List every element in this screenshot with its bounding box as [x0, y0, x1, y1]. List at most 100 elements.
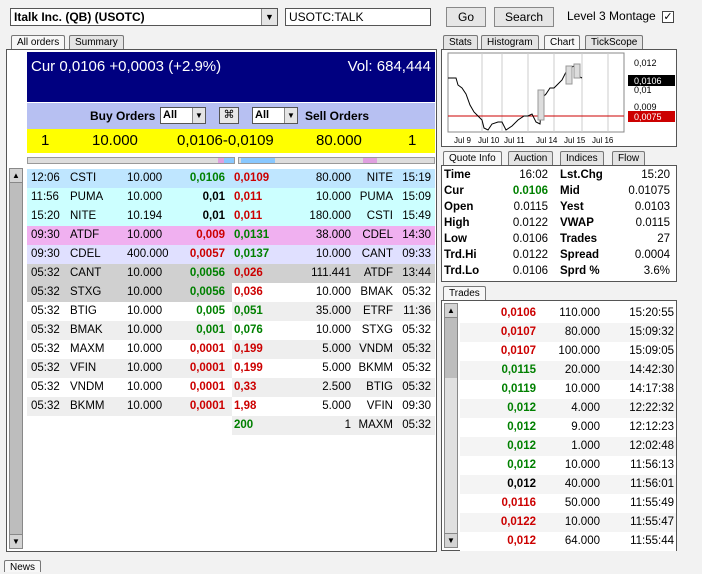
tab-quote-info[interactable]: Quote Info [443, 151, 502, 165]
buy-order-row[interactable]: 11:56 PUMA 10.000 0,01 [27, 188, 235, 207]
sell-order-row[interactable]: 0,051 35.000 ETRF 11:36 [232, 302, 435, 321]
sell-order-row[interactable]: 0,33 2.500 BTIG 05:32 [232, 378, 435, 397]
quote-label: Trd.Lo [444, 265, 480, 277]
sell-order-row[interactable]: 0,199 5.000 BKMM 05:32 [232, 359, 435, 378]
trade-size: 4.000 [571, 402, 600, 414]
trade-row[interactable]: 0,0107 100.000 15:09:05 [460, 342, 676, 361]
sell-order-row[interactable]: 0,026 111.441 ATDF 13:44 [232, 264, 435, 283]
order-price: 0,0137 [234, 248, 270, 260]
market-maker: ATDF [70, 229, 100, 241]
order-size: 10.000 [127, 191, 163, 203]
market-maker: VNDM [70, 381, 104, 393]
go-button[interactable]: Go [446, 7, 486, 27]
sell-order-row[interactable]: 1,98 5.000 VFIN 09:30 [232, 397, 435, 416]
buy-order-row[interactable]: 05:32 VFIN 10.000 0,0001 [27, 359, 235, 378]
buy-order-row[interactable]: 05:32 VNDM 10.000 0,0001 [27, 378, 235, 397]
tab-trades[interactable]: Trades [443, 286, 486, 300]
link-toggle-button[interactable]: ⌘ [219, 107, 239, 124]
sell-order-row[interactable]: 0,036 10.000 BMAK 05:32 [232, 283, 435, 302]
buy-order-row[interactable]: 05:32 STXG 10.000 0,0056 [27, 283, 235, 302]
sell-order-row[interactable]: 0,011 180.000 CSTI 15:49 [232, 207, 435, 226]
symbol-input[interactable]: USOTC:TALK [285, 8, 431, 26]
order-price: 0,0109 [234, 172, 270, 184]
order-size: 2.500 [322, 381, 351, 393]
scroll-thumb[interactable] [10, 183, 22, 535]
sell-order-row[interactable]: 0,0109 80.000 NITE 15:19 [232, 169, 435, 188]
trade-row[interactable]: 0,012 1.000 12:02:48 [460, 437, 676, 456]
scroll-down-icon[interactable]: ▼ [445, 533, 457, 547]
buy-order-row[interactable]: 15:20 NITE 10.194 0,01 [27, 207, 235, 226]
trade-row[interactable]: 0,0119 10.000 14:17:38 [460, 380, 676, 399]
sell-order-row[interactable]: 0,199 5.000 VNDM 05:32 [232, 340, 435, 359]
buy-order-row[interactable]: 05:32 BKMM 10.000 0,0001 [27, 397, 235, 416]
scroll-up-icon[interactable]: ▲ [445, 304, 457, 318]
montage-checkbox[interactable]: ✓ [662, 11, 674, 23]
trade-row[interactable]: 0,0115 20.000 14:42:30 [460, 361, 676, 380]
trade-row[interactable]: 0,012 64.000 11:55:44 [460, 532, 676, 551]
order-price: 0,0057 [189, 248, 225, 260]
trade-row[interactable]: 0,0107 80.000 15:09:32 [460, 323, 676, 342]
tab-news[interactable]: News [4, 560, 42, 573]
buy-order-row[interactable]: 05:32 CANT 10.000 0,0056 [27, 264, 235, 283]
sell-order-row[interactable]: 0,0137 10.000 CANT 09:33 [232, 245, 435, 264]
buy-order-row[interactable]: 05:32 BMAK 10.000 0,001 [27, 321, 235, 340]
scroll-thumb[interactable] [445, 318, 457, 378]
buy-order-row[interactable]: 05:32 MAXM 10.000 0,0001 [27, 340, 235, 359]
sell-order-row[interactable]: 0,076 10.000 STXG 05:32 [232, 321, 435, 340]
order-price: 1,98 [234, 400, 257, 412]
order-size: 10.000 [127, 400, 163, 412]
order-price: 0,33 [234, 381, 257, 393]
scroll-up-icon[interactable]: ▲ [10, 169, 22, 183]
orders-scrollbar[interactable]: ▲ ▼ [9, 168, 23, 549]
order-time: 05:32 [31, 381, 60, 393]
buy-order-row[interactable]: 12:06 CSTI 10.000 0,0106 [27, 169, 235, 188]
trades-scrollbar[interactable]: ▲ ▼ [444, 303, 458, 548]
trade-row[interactable]: 0,0122 10.000 11:55:47 [460, 513, 676, 532]
sell-order-row[interactable]: 0,0131 38.000 CDEL 14:30 [232, 226, 435, 245]
tab-indices[interactable]: Indices [560, 151, 604, 165]
search-button[interactable]: Search [494, 7, 554, 27]
buy-order-row[interactable]: 05:32 BTIG 10.000 0,005 [27, 302, 235, 321]
trade-time: 11:56:13 [630, 459, 674, 471]
tab-summary[interactable]: Summary [69, 35, 124, 49]
tab-auction[interactable]: Auction [508, 151, 554, 165]
buy-order-row[interactable]: 09:30 CDEL 400.000 0,0057 [27, 245, 235, 264]
trade-row[interactable]: 0,012 4.000 12:22:32 [460, 399, 676, 418]
sell-filter-select[interactable]: All ▼ [252, 107, 298, 124]
trade-time: 11:55:49 [630, 497, 674, 509]
chart-panel: 0,012 0,0106 0,01 0,009 0,0075 Jul 9 Jul… [441, 49, 677, 147]
sell-order-row[interactable]: 0,011 10.000 PUMA 15:09 [232, 188, 435, 207]
buy-order-row[interactable]: 09:30 ATDF 10.000 0,009 [27, 226, 235, 245]
market-maker: PUMA [359, 191, 393, 203]
order-price: 0,199 [234, 362, 263, 374]
instrument-select[interactable]: Italk Inc. (QB) (USOTC) ▼ [10, 8, 278, 26]
tab-tickscope[interactable]: TickScope [585, 35, 644, 49]
sell-order-row[interactable]: 200 1 MAXM 05:32 [232, 416, 435, 435]
quote-value: 0.0004 [634, 249, 670, 261]
buy-count: 1 [41, 132, 50, 149]
trade-row[interactable]: 0,012 40.000 11:56:01 [460, 475, 676, 494]
quote-label: Trd.Hi [444, 249, 477, 261]
tab-histogram[interactable]: Histogram [481, 35, 539, 49]
trade-row[interactable]: 0,0116 50.000 11:55:49 [460, 494, 676, 513]
tab-stats[interactable]: Stats [443, 35, 478, 49]
tab-chart[interactable]: Chart [544, 35, 581, 49]
quote-label: Open [444, 201, 474, 213]
trade-row[interactable]: 0,012 9.000 12:12:23 [460, 418, 676, 437]
quote-info-panel: Time 16:02 Lst.Chg 15:20 Cur 0.0106 Mid 0.01075… [441, 165, 677, 282]
y-tick: 0,012 [634, 58, 657, 68]
buy-filter-select[interactable]: All ▼ [160, 107, 206, 124]
trade-size: 9.000 [571, 421, 600, 433]
trade-time: 15:09:32 [629, 326, 674, 338]
trade-row[interactable]: 0,012 10.000 11:56:13 [460, 456, 676, 475]
order-price: 0,199 [234, 343, 263, 355]
order-time: 09:30 [402, 400, 431, 412]
buy-size: 10.000 [92, 132, 138, 149]
chevron-down-icon[interactable]: ▼ [261, 9, 277, 25]
tab-flow[interactable]: Flow [612, 151, 646, 165]
trade-row[interactable]: 0,0106 110.000 15:20:55 [460, 304, 676, 323]
market-maker: BMAK [70, 324, 103, 336]
scroll-down-icon[interactable]: ▼ [10, 534, 22, 548]
quote-row: Trd.Lo 0.0106 Sprd % 3.6% [442, 264, 676, 280]
tab-all-orders[interactable]: All orders [11, 35, 66, 49]
